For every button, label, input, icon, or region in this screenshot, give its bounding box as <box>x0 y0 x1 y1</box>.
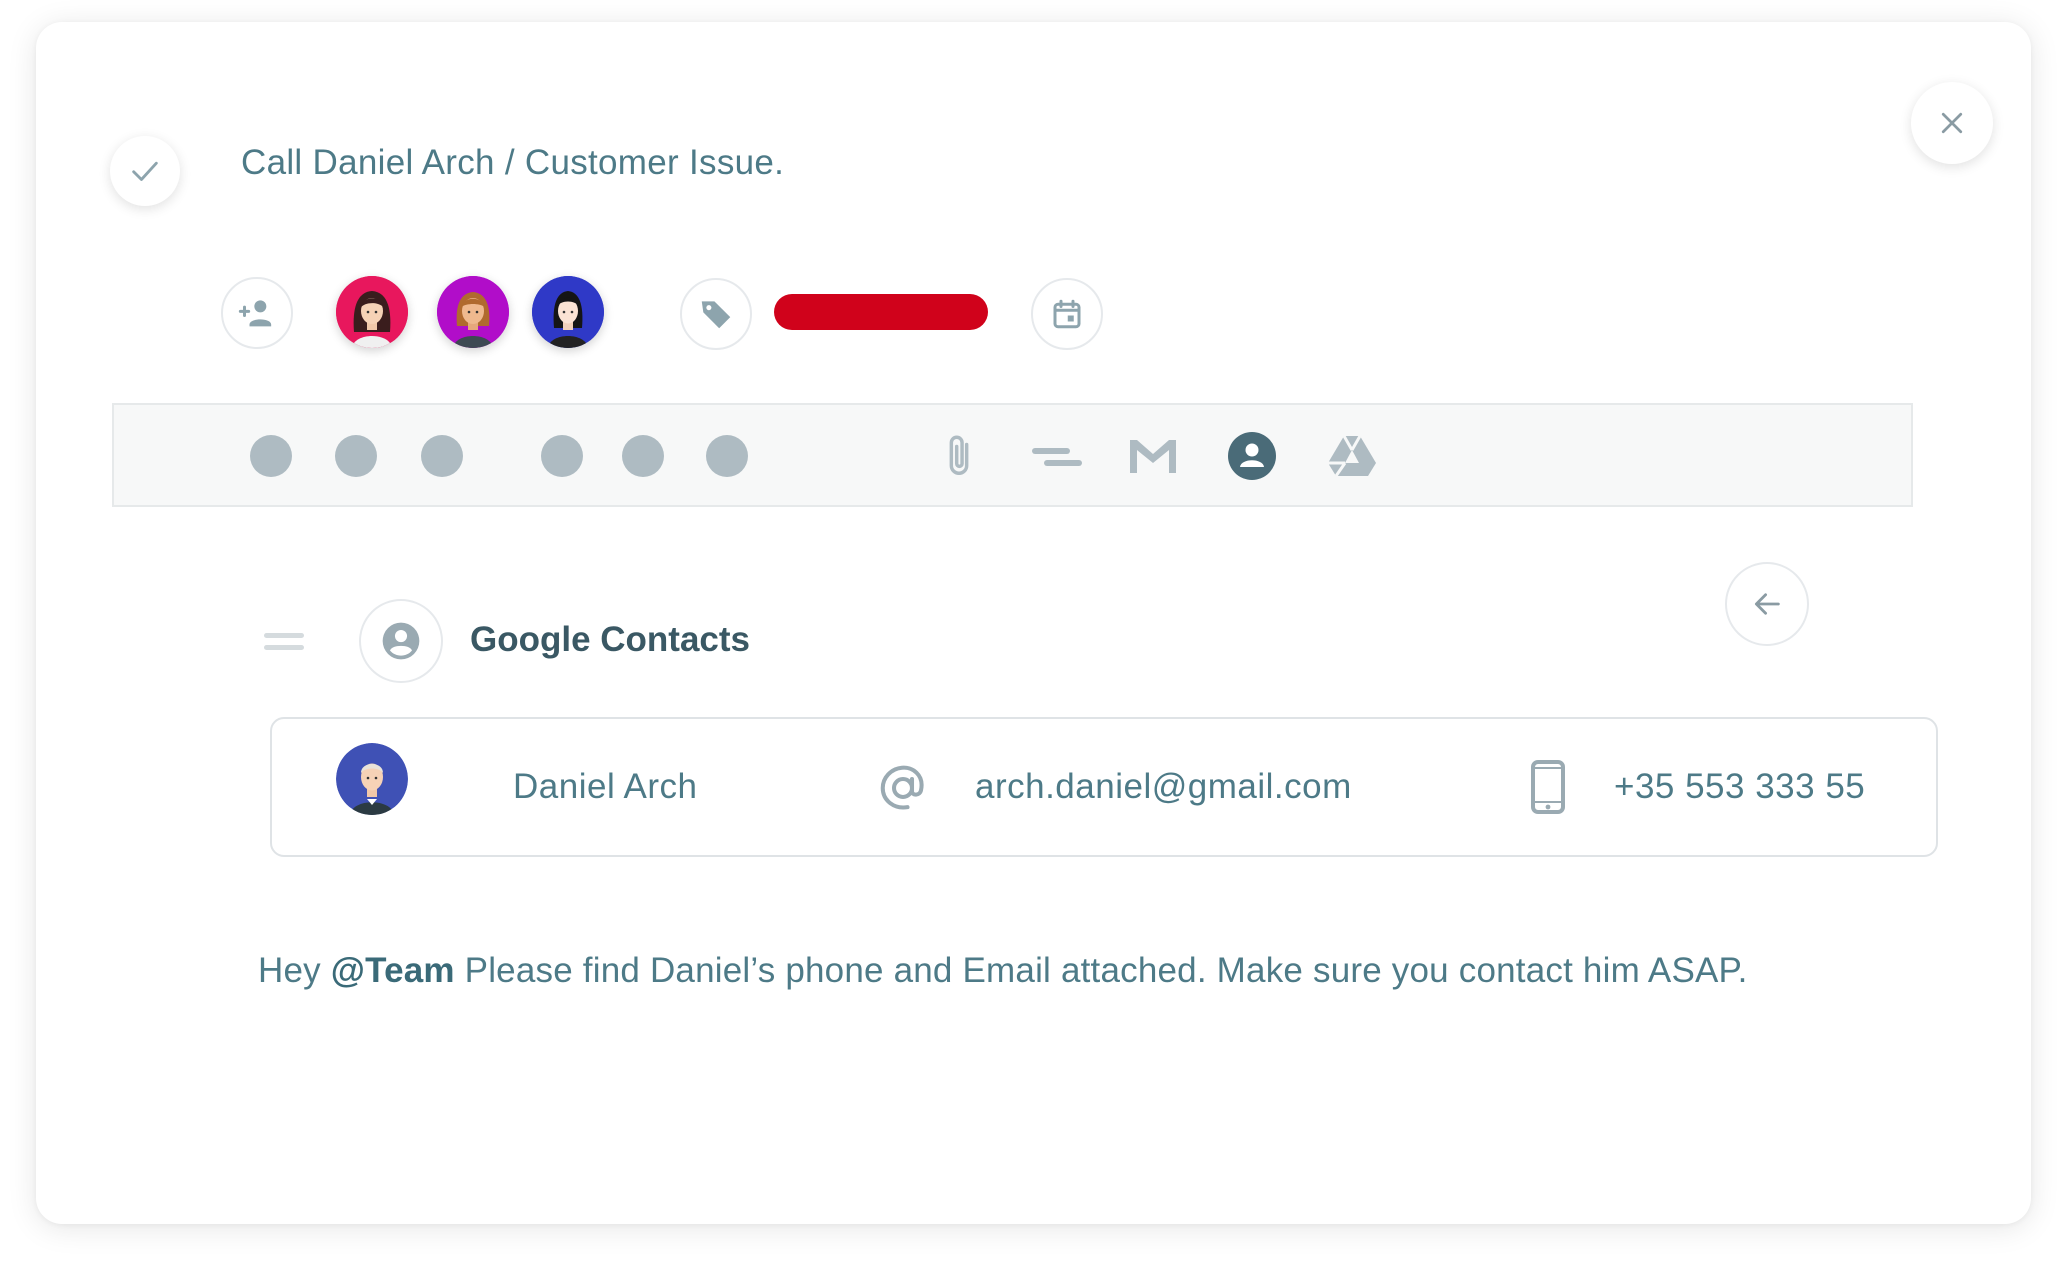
arrow-left-icon <box>1754 593 1780 615</box>
attachment-button[interactable] <box>932 429 986 483</box>
man-avatar <box>336 743 408 815</box>
back-button[interactable] <box>1725 562 1809 646</box>
add-person-icon <box>238 300 272 327</box>
phone-icon <box>1531 760 1565 814</box>
google-contacts-badge <box>359 599 443 683</box>
toolbar-dot[interactable] <box>250 435 292 477</box>
drag-line <box>264 645 304 650</box>
toolbar-dot[interactable] <box>706 435 748 477</box>
due-date-button[interactable] <box>1031 278 1103 350</box>
drag-handle[interactable] <box>264 633 304 651</box>
comment-text: Hey @Team Please find Daniel’s phone and… <box>258 951 1748 991</box>
tag-icon <box>701 301 731 329</box>
woman-avatar-2 <box>437 276 509 348</box>
check-icon <box>132 161 158 181</box>
at-icon <box>880 765 924 810</box>
section-title: Google Contacts <box>470 620 751 659</box>
add-assignee-button[interactable] <box>221 277 293 349</box>
close-icon <box>1941 112 1963 134</box>
toolbar-dot[interactable] <box>622 435 664 477</box>
contacts-button[interactable] <box>1225 429 1279 483</box>
assignee-avatar[interactable] <box>437 276 509 348</box>
comment-prefix: Hey <box>258 951 331 990</box>
contact-avatar <box>336 743 408 815</box>
gmail-button[interactable] <box>1126 429 1180 483</box>
contact-phone[interactable]: +35 553 333 55 <box>1614 767 1865 807</box>
drive-button[interactable] <box>1325 429 1379 483</box>
woman-avatar-3 <box>532 276 604 348</box>
text-format-button[interactable] <box>1030 429 1084 483</box>
email-icon-wrap <box>876 761 930 820</box>
text-lines-icon <box>1032 448 1082 466</box>
drive-icon <box>1328 435 1376 477</box>
drag-line <box>264 633 304 638</box>
tag-label[interactable] <box>774 294 988 330</box>
toolbar-dot[interactable] <box>541 435 583 477</box>
task-title[interactable]: Call Daniel Arch / Customer Issue. <box>241 143 784 183</box>
close-button[interactable] <box>1911 82 1993 164</box>
toolbar-dot[interactable] <box>335 435 377 477</box>
account-circle-icon <box>382 622 420 660</box>
tag-button[interactable] <box>680 278 752 350</box>
calendar-icon <box>1053 299 1081 329</box>
team-mention[interactable]: @Team <box>331 951 455 990</box>
contact-card[interactable]: Daniel Arch arch.daniel@gmail.com +35 55… <box>270 717 1938 857</box>
task-detail-card: Call Daniel Arch / Customer Issue. Googl… <box>36 22 2031 1224</box>
toolbar-dot[interactable] <box>421 435 463 477</box>
contact-email[interactable]: arch.daniel@gmail.com <box>975 767 1352 807</box>
assignee-avatar[interactable] <box>336 276 408 348</box>
complete-task-button[interactable] <box>110 136 180 206</box>
comment-body: Please find Daniel’s phone and Email att… <box>454 951 1748 990</box>
contact-name: Daniel Arch <box>513 767 698 806</box>
contacts-icon <box>1228 432 1276 480</box>
editor-toolbar <box>112 403 1913 507</box>
assignee-avatar[interactable] <box>532 276 604 348</box>
woman-avatar-1 <box>336 276 408 348</box>
phone-icon-wrap <box>1530 759 1566 820</box>
gmail-icon <box>1130 440 1176 473</box>
paperclip-icon <box>949 435 969 475</box>
